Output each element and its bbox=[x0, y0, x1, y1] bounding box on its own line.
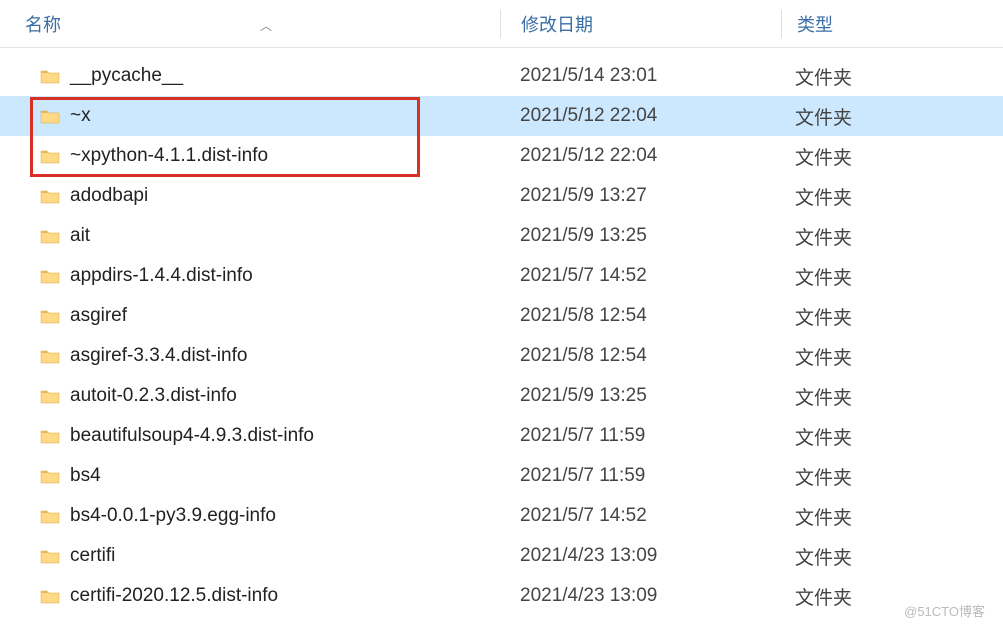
file-name-cell: ~xpython-4.1.1.dist-info bbox=[0, 145, 500, 167]
file-name-label: __pycache__ bbox=[70, 65, 183, 87]
folder-icon bbox=[40, 108, 60, 124]
folder-icon bbox=[40, 188, 60, 204]
folder-icon bbox=[40, 148, 60, 164]
table-row[interactable]: ~xpython-4.1.1.dist-info 2021/5/12 22:04文… bbox=[0, 136, 1003, 176]
file-date-cell: 2021/5/9 13:25 bbox=[500, 225, 780, 247]
folder-icon bbox=[40, 588, 60, 604]
table-row[interactable]: certifi 2021/4/23 13:09文件夹 bbox=[0, 536, 1003, 576]
file-name-cell: adodbapi bbox=[0, 185, 500, 207]
table-row[interactable]: bs4 2021/5/7 11:59文件夹 bbox=[0, 456, 1003, 496]
file-name-label: ait bbox=[70, 225, 90, 247]
file-date-cell: 2021/5/12 22:04 bbox=[500, 145, 780, 167]
file-name-label: certifi bbox=[70, 545, 115, 567]
folder-icon bbox=[40, 388, 60, 404]
file-name-cell: asgiref bbox=[0, 305, 500, 327]
header-type-label: 类型 bbox=[797, 15, 833, 35]
file-name-cell: autoit-0.2.3.dist-info bbox=[0, 385, 500, 407]
file-name-label: beautifulsoup4-4.9.3.dist-info bbox=[70, 425, 314, 447]
header-name-label: 名称 bbox=[25, 11, 61, 37]
file-type-cell: 文件夹 bbox=[780, 423, 980, 450]
file-name-cell: asgiref-3.3.4.dist-info bbox=[0, 345, 500, 367]
file-type-cell: 文件夹 bbox=[780, 263, 980, 290]
file-type-cell: 文件夹 bbox=[780, 103, 980, 130]
sort-ascending-icon: ︿ bbox=[260, 17, 272, 34]
file-type-cell: 文件夹 bbox=[780, 503, 980, 530]
folder-icon bbox=[40, 268, 60, 284]
header-date-column[interactable]: 修改日期 bbox=[501, 11, 781, 37]
table-row[interactable]: certifi-2020.12.5.dist-info 2021/4/23 13:… bbox=[0, 576, 1003, 616]
file-name-label: certifi-2020.12.5.dist-info bbox=[70, 585, 278, 607]
file-name-cell: appdirs-1.4.4.dist-info bbox=[0, 265, 500, 287]
file-date-cell: 2021/5/7 14:52 bbox=[500, 505, 780, 527]
file-type-cell: 文件夹 bbox=[780, 223, 980, 250]
file-date-cell: 2021/5/9 13:25 bbox=[500, 385, 780, 407]
file-type-cell: 文件夹 bbox=[780, 183, 980, 210]
file-name-label: asgiref-3.3.4.dist-info bbox=[70, 345, 247, 367]
file-name-label: asgiref bbox=[70, 305, 127, 327]
table-row[interactable]: asgiref 2021/5/8 12:54文件夹 bbox=[0, 296, 1003, 336]
file-name-cell: __pycache__ bbox=[0, 65, 500, 87]
file-date-cell: 2021/5/7 11:59 bbox=[500, 465, 780, 487]
table-row[interactable]: ait 2021/5/9 13:25文件夹 bbox=[0, 216, 1003, 256]
folder-icon bbox=[40, 308, 60, 324]
folder-icon bbox=[40, 68, 60, 84]
file-type-cell: 文件夹 bbox=[780, 143, 980, 170]
file-name-label: appdirs-1.4.4.dist-info bbox=[70, 265, 253, 287]
header-date-label: 修改日期 bbox=[521, 15, 593, 35]
file-name-cell: certifi bbox=[0, 545, 500, 567]
header-name-column[interactable]: 名称 ︿ bbox=[0, 11, 500, 37]
folder-icon bbox=[40, 468, 60, 484]
file-date-cell: 2021/5/7 14:52 bbox=[500, 265, 780, 287]
column-header: 名称 ︿ 修改日期 类型 bbox=[0, 0, 1003, 48]
file-name-cell: bs4-0.0.1-py3.9.egg-info bbox=[0, 505, 500, 527]
table-row[interactable]: adodbapi 2021/5/9 13:27文件夹 bbox=[0, 176, 1003, 216]
file-date-cell: 2021/5/7 11:59 bbox=[500, 425, 780, 447]
watermark: @51CTO博客 bbox=[904, 601, 985, 620]
file-type-cell: 文件夹 bbox=[780, 543, 980, 570]
file-name-label: adodbapi bbox=[70, 185, 148, 207]
file-name-cell: ait bbox=[0, 225, 500, 247]
folder-icon bbox=[40, 228, 60, 244]
table-row[interactable]: bs4-0.0.1-py3.9.egg-info 2021/5/7 14:52文件… bbox=[0, 496, 1003, 536]
file-name-cell: beautifulsoup4-4.9.3.dist-info bbox=[0, 425, 500, 447]
file-date-cell: 2021/5/9 13:27 bbox=[500, 185, 780, 207]
file-name-label: bs4-0.0.1-py3.9.egg-info bbox=[70, 505, 276, 527]
folder-icon bbox=[40, 428, 60, 444]
file-name-label: ~xpython-4.1.1.dist-info bbox=[70, 145, 268, 167]
file-name-cell: ~x bbox=[0, 105, 500, 127]
file-type-cell: 文件夹 bbox=[780, 303, 980, 330]
folder-icon bbox=[40, 508, 60, 524]
file-list: __pycache__2021/5/14 23:01文件夹 ~x2021/5/1… bbox=[0, 56, 1003, 616]
table-row[interactable]: __pycache__ 2021/5/14 23:01文件夹 bbox=[0, 56, 1003, 96]
file-date-cell: 2021/4/23 13:09 bbox=[500, 545, 780, 567]
file-date-cell: 2021/5/8 12:54 bbox=[500, 345, 780, 367]
table-row[interactable]: beautifulsoup4-4.9.3.dist-info 2021/5/7 1… bbox=[0, 416, 1003, 456]
file-date-cell: 2021/4/23 13:09 bbox=[500, 585, 780, 607]
file-type-cell: 文件夹 bbox=[780, 463, 980, 490]
file-name-cell: certifi-2020.12.5.dist-info bbox=[0, 585, 500, 607]
file-name-label: bs4 bbox=[70, 465, 101, 487]
folder-icon bbox=[40, 548, 60, 564]
file-type-cell: 文件夹 bbox=[780, 63, 980, 90]
file-date-cell: 2021/5/12 22:04 bbox=[500, 105, 780, 127]
file-name-cell: bs4 bbox=[0, 465, 500, 487]
file-name-label: ~x bbox=[70, 105, 91, 127]
table-row[interactable]: ~x 2021/5/12 22:04文件夹 bbox=[0, 96, 1003, 136]
file-date-cell: 2021/5/8 12:54 bbox=[500, 305, 780, 327]
table-row[interactable]: asgiref-3.3.4.dist-info 2021/5/8 12:54文件夹 bbox=[0, 336, 1003, 376]
folder-icon bbox=[40, 348, 60, 364]
table-row[interactable]: appdirs-1.4.4.dist-info 2021/5/7 14:52文件夹 bbox=[0, 256, 1003, 296]
file-type-cell: 文件夹 bbox=[780, 343, 980, 370]
file-type-cell: 文件夹 bbox=[780, 383, 980, 410]
table-row[interactable]: autoit-0.2.3.dist-info 2021/5/9 13:25文件夹 bbox=[0, 376, 1003, 416]
file-date-cell: 2021/5/14 23:01 bbox=[500, 65, 780, 87]
file-name-label: autoit-0.2.3.dist-info bbox=[70, 385, 237, 407]
header-type-column[interactable]: 类型 bbox=[782, 11, 982, 37]
